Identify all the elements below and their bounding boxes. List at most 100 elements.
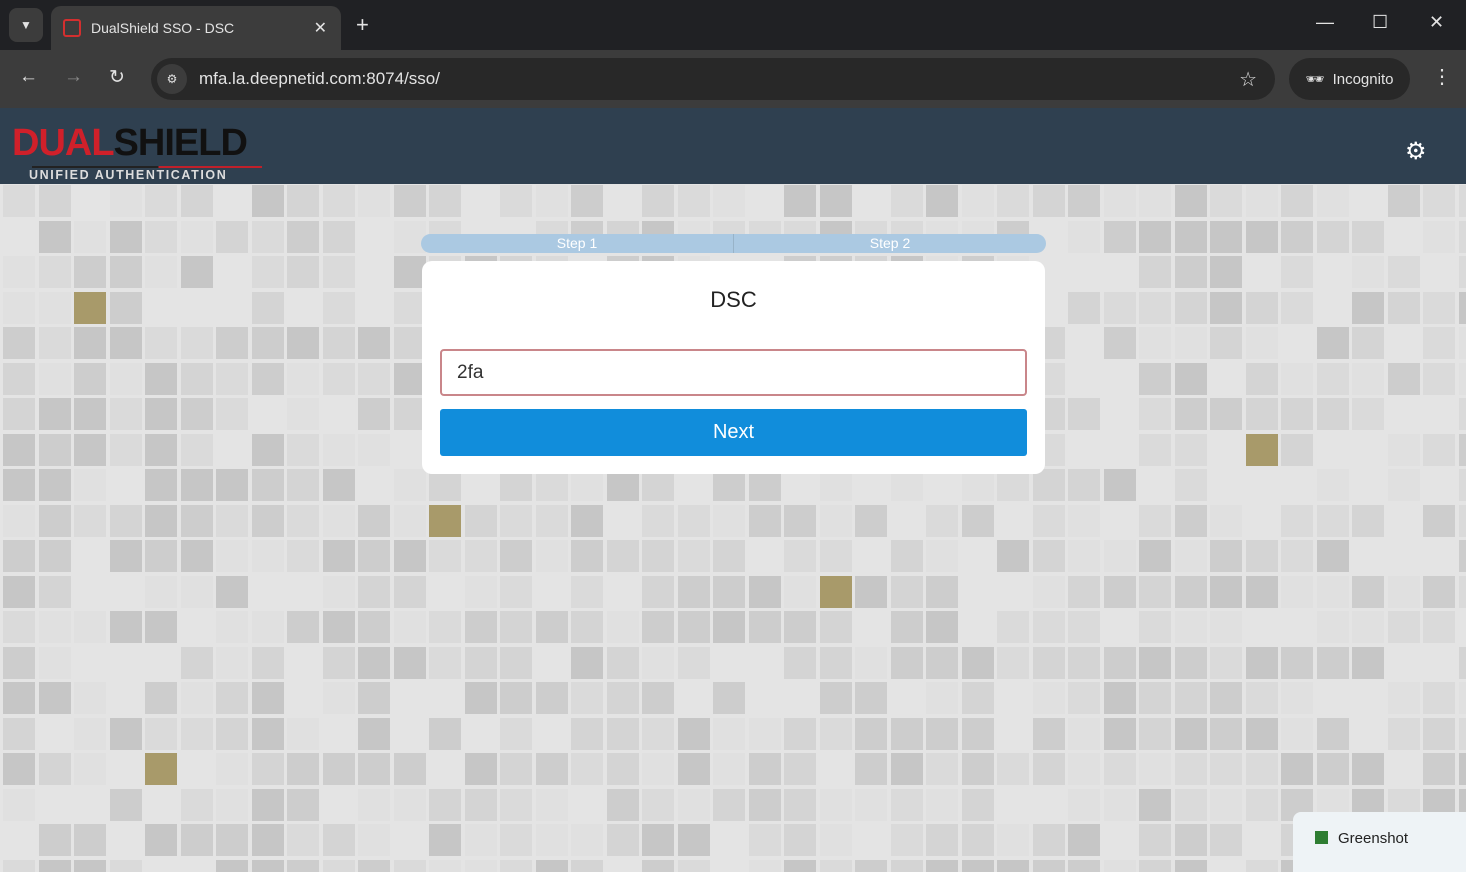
bg-tile [38,469,71,501]
bg-tile [322,824,355,856]
forward-button[interactable]: → [64,66,83,88]
bg-tile [287,611,319,643]
bg-tile [74,256,106,288]
bg-tile [216,824,248,856]
bg-tile [3,717,35,750]
bg-tile [3,433,35,466]
bg-tile [216,753,248,785]
bg-tile [1458,291,1466,324]
bg-tile [1245,859,1278,872]
bg-tile [1316,575,1349,608]
browser-menu-icon[interactable]: ⋮ [1432,64,1452,89]
bg-tile [1423,185,1455,217]
bg-tile [1174,540,1207,572]
bg-tile [74,220,106,253]
site-info-icon[interactable]: ⚙ [157,64,187,94]
bg-tile [287,433,319,466]
maximize-button[interactable]: ☐ [1372,12,1388,33]
tab-search-button[interactable]: ▼ [9,8,43,42]
tab-close-icon[interactable]: ✕ [314,18,327,38]
bg-tile [535,575,568,608]
bg-tile [1174,646,1207,679]
bg-tile [1281,646,1313,679]
bg-tile [393,469,426,501]
bg-tile [358,682,390,714]
bg-tile [1281,291,1313,324]
bg-tile [1245,398,1278,430]
bg-tile [1032,788,1065,821]
bg-tile [1245,185,1278,217]
bg-tile [1281,575,1313,608]
new-tab-button[interactable]: + [356,12,369,38]
bg-tile [251,398,284,430]
bg-tile [713,646,745,679]
bg-tile [216,185,248,217]
bg-tile [1423,753,1455,785]
bg-tile [358,433,390,466]
bg-tile [1458,433,1466,466]
reload-button[interactable]: ↻ [109,66,125,89]
bg-tile [358,185,390,217]
bg-tile [74,540,106,572]
bg-tile [748,753,781,785]
bg-tile [358,859,390,872]
bg-tile [677,575,710,608]
bg-tile [322,788,355,821]
bg-tile [358,646,390,679]
username-input[interactable]: 2fa [440,349,1027,396]
greenshot-notification[interactable]: Greenshot [1293,812,1466,872]
bg-tile [1352,291,1384,324]
bg-tile [642,788,674,821]
bg-tile [1210,469,1242,501]
bg-tile [464,717,497,750]
bookmark-star-icon[interactable]: ☆ [1239,67,1257,92]
bg-tile [1281,256,1313,288]
bg-tile [890,788,923,821]
address-bar[interactable]: ⚙ mfa.la.deepnetid.com:8074/sso/ ☆ [151,58,1275,100]
bg-tile [3,469,35,501]
bg-tile [571,646,603,679]
bg-tile [571,859,603,872]
bg-tile [393,291,426,324]
bg-tile [216,682,248,714]
bg-tile [1139,185,1171,217]
dualshield-logo: DUALSHIELD UNIFIED AUTHENTICATION [12,118,264,182]
bg-tile [1174,362,1207,395]
bg-tile [500,753,532,785]
bg-tile [1281,469,1313,501]
bg-tile [74,717,106,750]
next-button[interactable]: Next [440,409,1027,456]
bg-tile [1174,788,1207,821]
bg-tile [642,646,674,679]
bg-tile [464,682,497,714]
bg-tile [961,504,994,537]
bg-tile [1139,788,1171,821]
bg-tile [642,540,674,572]
bg-tile [145,611,177,643]
bg-tile [1352,504,1384,537]
bg-tile [1210,788,1242,821]
bg-tile [1245,256,1278,288]
bg-tile [1423,682,1455,714]
active-tab[interactable]: DualShield SSO - DSC ✕ [51,6,341,50]
bg-tile [500,788,532,821]
incognito-button[interactable]: 🕶 Incognito [1289,58,1410,100]
bg-tile [358,256,390,288]
bg-tile [287,469,319,501]
bg-tile [1210,185,1242,217]
bg-tile [1281,682,1313,714]
bg-tile [784,717,816,750]
bg-tile [1423,362,1455,395]
settings-gear-icon[interactable]: ⚙ [1405,137,1427,166]
bg-tile [571,753,603,785]
minimize-button[interactable]: — [1316,12,1334,33]
back-button[interactable]: ← [19,66,38,88]
bg-tile [393,611,426,643]
bg-tile [1103,717,1136,750]
bg-tile [429,859,461,872]
bg-tile [1139,575,1171,608]
close-window-button[interactable]: ✕ [1429,12,1444,33]
bg-tile [1281,327,1313,359]
bg-tile [38,575,71,608]
bg-tile [855,611,887,643]
